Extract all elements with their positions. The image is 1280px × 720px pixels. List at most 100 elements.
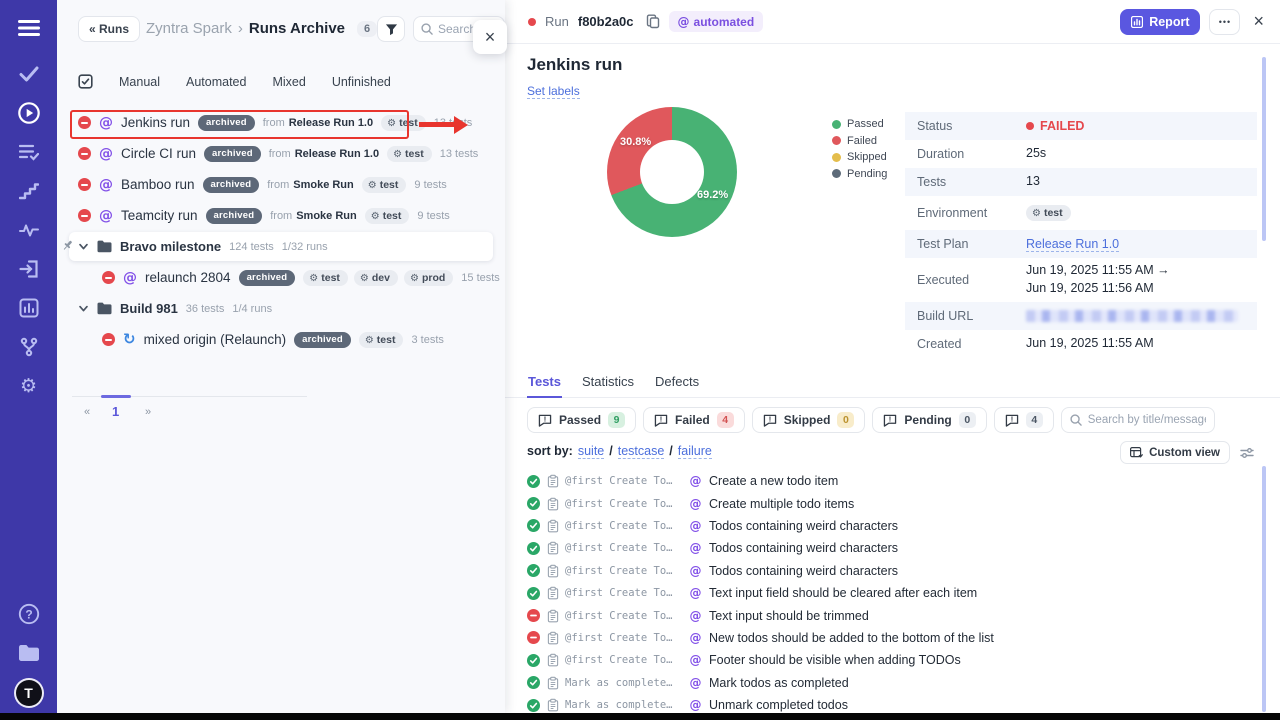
run-from-label: from: [263, 117, 285, 129]
filter-button[interactable]: ! Passed 9: [527, 407, 636, 433]
tests-search-input[interactable]: [1088, 414, 1206, 426]
build-url-redacted: [1026, 310, 1238, 322]
run-info-row: Build URL: [905, 302, 1257, 330]
run-name[interactable]: Teamcity run: [121, 208, 198, 223]
more-options-button[interactable]: •••: [1209, 9, 1240, 35]
test-title[interactable]: Text input field should be cleared after…: [709, 586, 977, 600]
test-row[interactable]: @first Create To… Todos containing weird…: [527, 560, 1258, 582]
test-suite-path: @first Create To…: [565, 587, 682, 599]
branch-icon[interactable]: [17, 335, 41, 359]
environment-badge: test: [387, 146, 432, 162]
filter-button[interactable]: ! 4: [994, 407, 1054, 433]
filter-button[interactable]: ! Failed 4: [643, 407, 745, 433]
set-labels-link[interactable]: Set labels: [527, 84, 580, 99]
copy-icon[interactable]: [646, 14, 660, 29]
breadcrumb-project[interactable]: Zyntra Spark: [146, 20, 232, 37]
test-plan-link[interactable]: Release Run 1.0: [1026, 237, 1119, 252]
run-tests-count: 15 tests: [461, 272, 500, 284]
chevron-down-icon[interactable]: [78, 241, 89, 252]
tab-mixed[interactable]: Mixed: [272, 75, 305, 89]
chevron-down-icon[interactable]: [78, 303, 89, 314]
menu-icon[interactable]: [17, 16, 41, 40]
report-chart-icon[interactable]: [17, 296, 41, 320]
scrollbar-thumb-top[interactable]: [1262, 57, 1266, 241]
tests-list: @first Create To… Create a new todo item…: [527, 470, 1258, 716]
sort-by-testcase[interactable]: testcase: [618, 444, 665, 459]
test-row[interactable]: @first Create To… Create a new todo item: [527, 470, 1258, 492]
run-list-item[interactable]: Circle CI run archived from Release Run …: [69, 139, 493, 168]
legend-dot: [832, 153, 841, 162]
test-title[interactable]: Text input should be trimmed: [709, 609, 869, 623]
testcase-clipboard-icon: [547, 586, 559, 600]
run-list-item[interactable]: Teamcity run archived from Smoke Run tes…: [69, 201, 493, 230]
pagination-next[interactable]: »: [145, 406, 151, 418]
test-title[interactable]: Mark todos as completed: [709, 676, 849, 690]
checkmark-nav-icon[interactable]: [17, 62, 41, 86]
sort-by-suite[interactable]: suite: [578, 444, 604, 459]
test-title[interactable]: Todos containing weird characters: [709, 541, 898, 555]
test-row[interactable]: @first Create To… Footer should be visib…: [527, 649, 1258, 671]
report-button[interactable]: Report: [1120, 9, 1200, 35]
settings-gear-icon[interactable]: ⚙: [17, 374, 41, 398]
scrollbar-thumb-bottom[interactable]: [1262, 466, 1266, 712]
sort-by-failure[interactable]: failure: [678, 444, 712, 459]
run-name[interactable]: Bamboo run: [121, 177, 195, 192]
test-row[interactable]: Mark as complete… Mark todos as complete…: [527, 672, 1258, 694]
tab-unfinished[interactable]: Unfinished: [332, 75, 391, 89]
test-row[interactable]: @first Create To… Create multiple todo i…: [527, 492, 1258, 514]
import-icon[interactable]: [17, 257, 41, 281]
run-list-item[interactable]: mixed origin (Relaunch) archived test 3 …: [69, 325, 493, 354]
tests-search-box[interactable]: [1061, 407, 1215, 433]
projects-folder-icon[interactable]: [17, 641, 41, 665]
test-row[interactable]: @first Create To… Todos containing weird…: [527, 515, 1258, 537]
filter-button[interactable]: ! Skipped 0: [752, 407, 866, 433]
run-name[interactable]: Jenkins run: [121, 115, 190, 130]
filter-button[interactable]: ! Pending 0: [872, 407, 986, 433]
tab-defects[interactable]: Defects: [654, 374, 700, 397]
tab-automated[interactable]: Automated: [186, 75, 246, 89]
activity-pulse-icon[interactable]: [17, 218, 41, 242]
run-name[interactable]: relaunch 2804: [145, 270, 231, 285]
list-check-icon[interactable]: [17, 140, 41, 164]
test-row[interactable]: @first Create To… Text input should be t…: [527, 604, 1258, 626]
test-title[interactable]: Footer should be visible when adding TOD…: [709, 653, 961, 667]
app-logo[interactable]: T: [16, 680, 42, 706]
test-title[interactable]: Create a new todo item: [709, 474, 838, 488]
custom-view-button[interactable]: Custom view: [1120, 441, 1230, 464]
runs-play-icon[interactable]: [17, 101, 41, 125]
select-all-icon[interactable]: [78, 74, 93, 89]
test-title[interactable]: Todos containing weird characters: [709, 519, 898, 533]
milestone-name[interactable]: Bravo milestone: [120, 239, 221, 254]
close-panel-icon[interactable]: ×: [473, 20, 507, 54]
test-row[interactable]: @first Create To… New todos should be ad…: [527, 627, 1258, 649]
test-row[interactable]: @first Create To… Text input field shoul…: [527, 582, 1258, 604]
info-label: Test Plan: [917, 237, 1026, 251]
run-name[interactable]: mixed origin (Relaunch): [144, 332, 287, 347]
sliders-icon[interactable]: [1240, 447, 1254, 459]
pagination-page-1[interactable]: 1: [112, 404, 119, 419]
run-list-item[interactable]: relaunch 2804 archived testdevprod 15 te…: [69, 263, 493, 292]
test-title[interactable]: Todos containing weird characters: [709, 564, 898, 578]
test-title[interactable]: Unmark completed todos: [709, 698, 848, 712]
test-title[interactable]: Create multiple todo items: [709, 497, 854, 511]
testcase-clipboard-icon: [547, 631, 559, 645]
milestone-row[interactable]: Build 981 36 tests 1/4 runs: [69, 294, 493, 323]
run-name[interactable]: Circle CI run: [121, 146, 196, 161]
tab-manual[interactable]: Manual: [119, 75, 160, 89]
test-row[interactable]: @first Create To… Todos containing weird…: [527, 537, 1258, 559]
milestone-row[interactable]: Bravo milestone 124 tests 1/32 runs: [69, 232, 493, 261]
milestone-name[interactable]: Build 981: [120, 301, 178, 316]
test-title[interactable]: New todos should be added to the bottom …: [709, 631, 994, 645]
archived-badge: archived: [203, 177, 260, 193]
close-detail-icon[interactable]: ×: [1253, 11, 1264, 32]
run-list-item[interactable]: Bamboo run archived from Smoke Run test …: [69, 170, 493, 199]
steps-icon[interactable]: [17, 179, 41, 203]
tab-tests[interactable]: Tests: [527, 374, 562, 398]
tab-statistics[interactable]: Statistics: [581, 374, 635, 397]
filter-label: Skipped: [784, 413, 831, 427]
pagination-prev[interactable]: «: [84, 406, 90, 418]
run-info-row: Status FAILED: [905, 112, 1257, 140]
back-to-runs-button[interactable]: « Runs: [78, 16, 140, 42]
help-icon[interactable]: ?: [17, 602, 41, 626]
filter-funnel-button[interactable]: [377, 16, 405, 42]
